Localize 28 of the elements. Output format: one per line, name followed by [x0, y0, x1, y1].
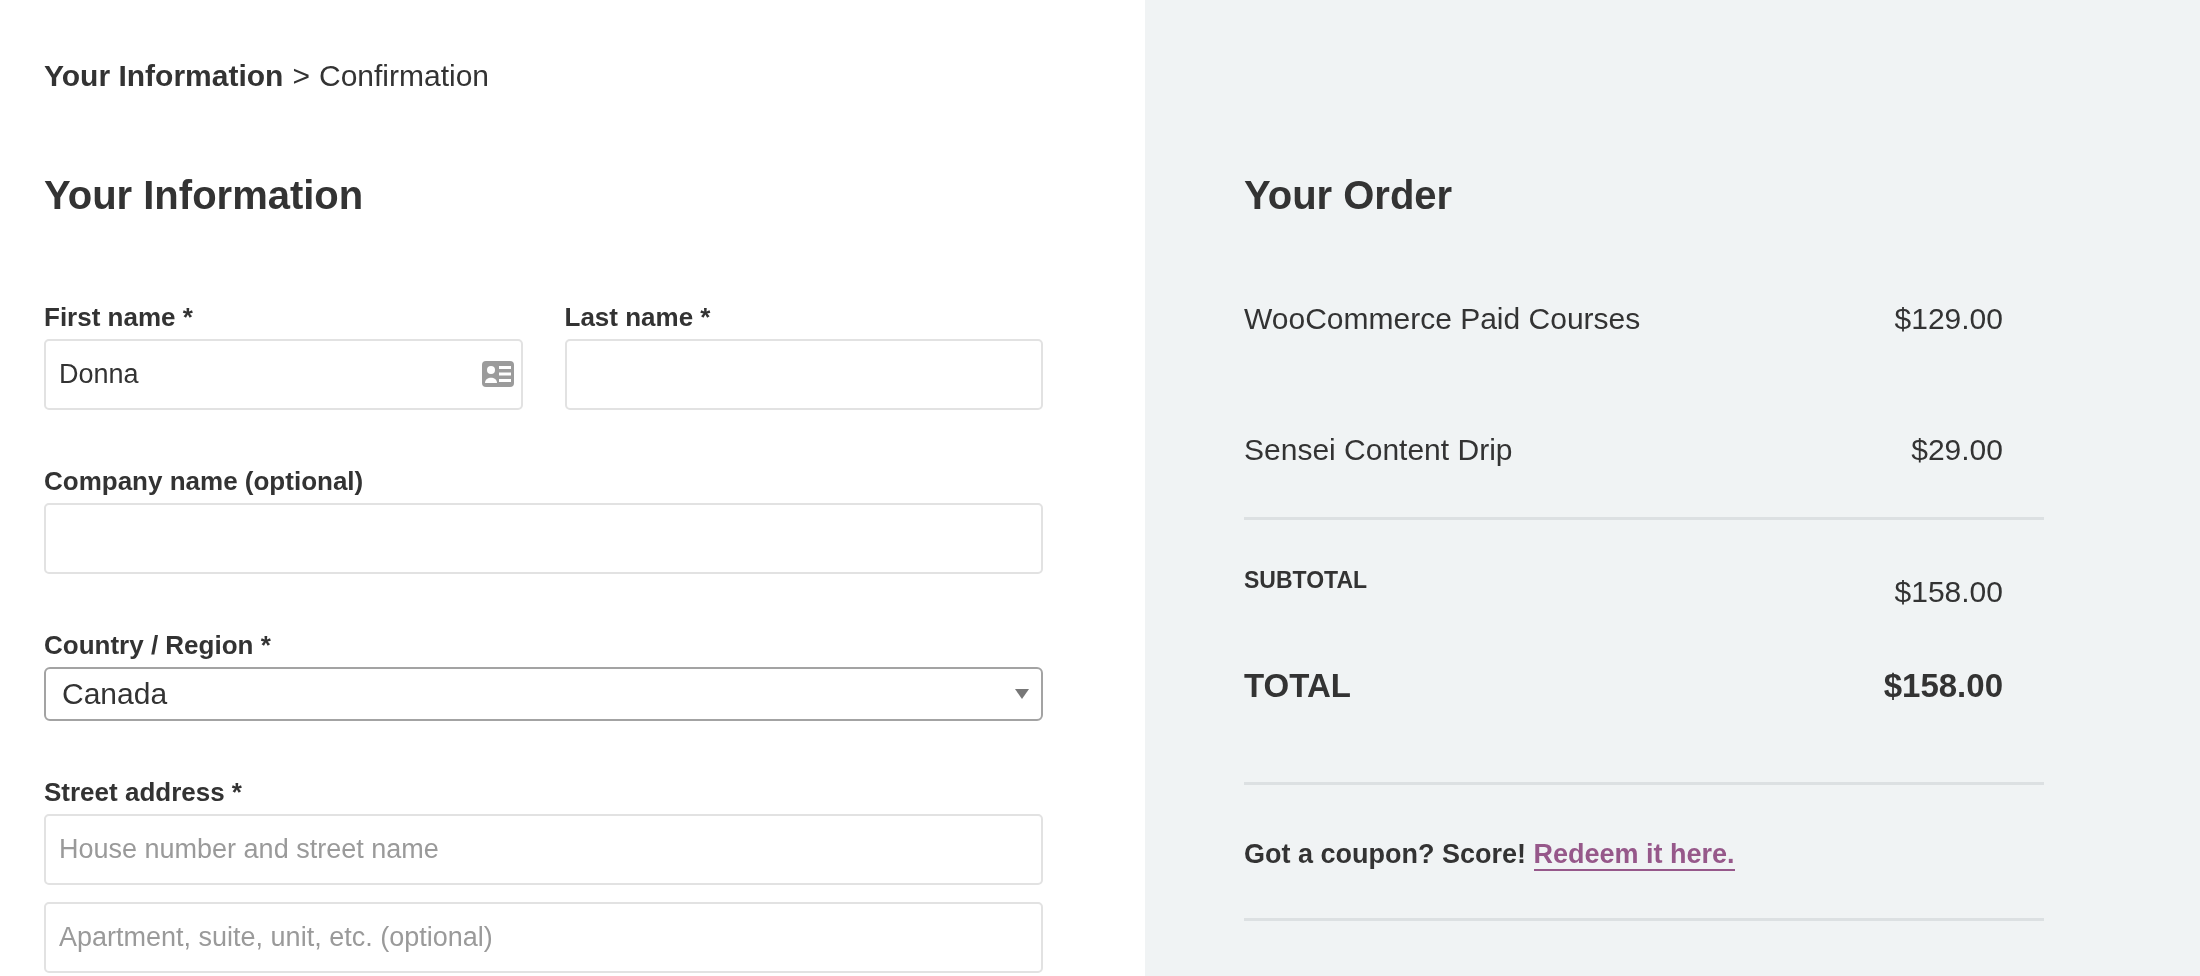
text-field[interactable]: Apartment, suite, unit, etc. (optional)	[44, 902, 1043, 973]
subtotal-value: $158.00	[1894, 574, 2003, 610]
field-label: Last name *	[564, 302, 711, 332]
coupon-prompt: Got a coupon? Score! Redeem it here.	[1244, 838, 1735, 871]
section-heading: Your Order	[1244, 172, 1453, 219]
breadcrumb-step: Your Information	[44, 58, 284, 94]
contact-card-icon[interactable]	[481, 361, 514, 387]
total-label: TOTAL	[1244, 666, 1351, 706]
field-label: Street address *	[44, 777, 242, 807]
field-label: Country / Region *	[44, 630, 271, 660]
item-name: Sensei Content Drip	[1244, 432, 1513, 468]
total-value: $158.00	[1883, 666, 2003, 706]
breadcrumb-separator: >	[292, 58, 310, 94]
caret-icon	[1015, 689, 1029, 699]
item-price: $129.00	[1894, 301, 2003, 337]
redeem-link[interactable]: Redeem it here.	[1533, 839, 1735, 871]
field-label: First name *	[44, 302, 193, 332]
text-field[interactable]	[564, 339, 1043, 410]
breadcrumb-step: Confirmation	[318, 58, 490, 94]
text-field[interactable]	[44, 503, 1043, 574]
field-label: Company name (optional)	[44, 466, 364, 496]
text-field[interactable]: House number and street name	[44, 814, 1043, 885]
text-field[interactable]: Donna	[44, 339, 523, 410]
item-price: $29.00	[1911, 432, 2003, 468]
country-select[interactable]: Canada	[44, 667, 1043, 721]
section-heading: Your Information	[44, 172, 364, 219]
subtotal-label: SUBTOTAL	[1244, 567, 1368, 593]
item-name: WooCommerce Paid Courses	[1244, 301, 1641, 337]
